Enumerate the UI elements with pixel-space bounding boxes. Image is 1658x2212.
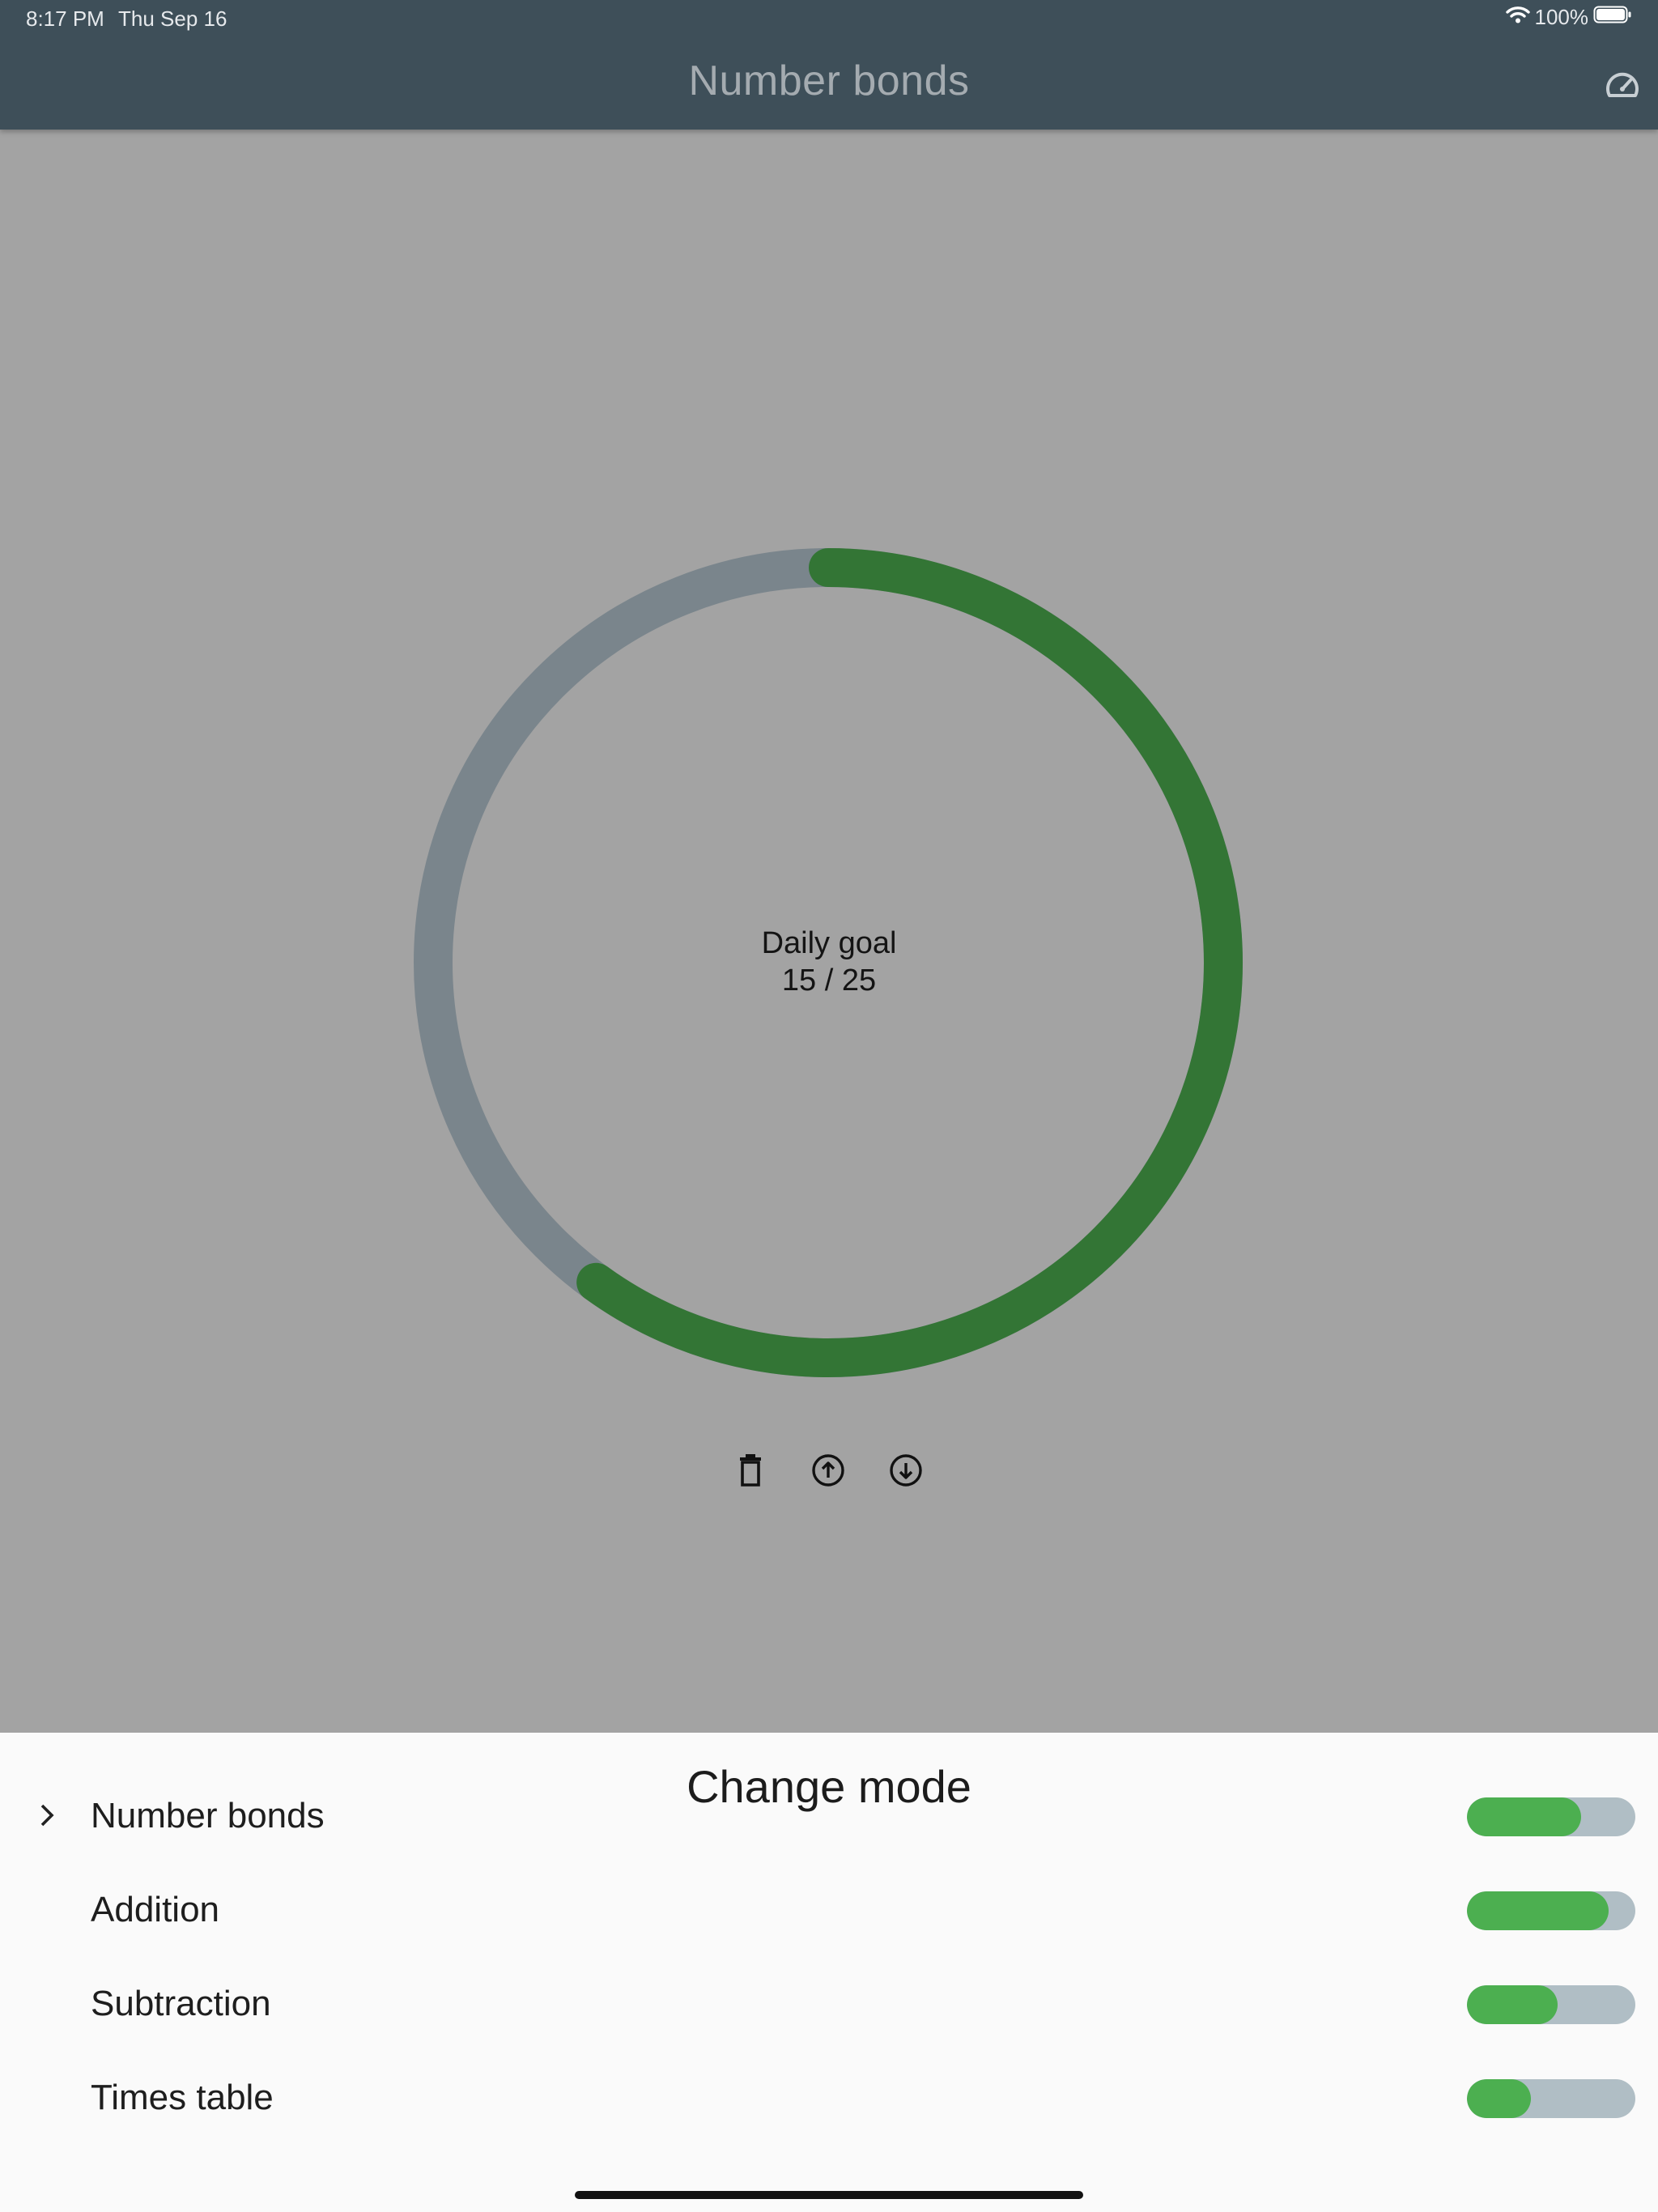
battery-icon [1593, 5, 1632, 30]
home-indicator [575, 2191, 1083, 2199]
change-mode-sheet: Change mode Number bonds Addition Subtra… [0, 1733, 1658, 2212]
upload-icon[interactable] [809, 1451, 848, 1490]
mode-row-addition[interactable]: Addition [0, 1864, 1658, 1958]
mode-row-number-bonds[interactable]: Number bonds [0, 1770, 1658, 1864]
status-time: 8:17 PM [26, 6, 104, 31]
mode-label: Times table [91, 2078, 274, 2117]
ring-progress-arc [576, 548, 1243, 1377]
daily-goal-ring [413, 547, 1244, 1378]
download-icon[interactable] [886, 1451, 925, 1490]
wifi-icon [1505, 5, 1530, 30]
mode-progress-bar [1467, 1985, 1635, 2024]
mode-progress-bar [1467, 2079, 1635, 2118]
delete-icon[interactable] [731, 1451, 770, 1490]
mode-progress-fill [1467, 1985, 1558, 2024]
speedometer-icon[interactable] [1605, 70, 1640, 102]
mode-label: Number bonds [91, 1796, 325, 1836]
mode-progress-fill [1467, 1797, 1582, 1836]
mode-progress-bar [1467, 1797, 1635, 1836]
mode-label: Subtraction [91, 1984, 271, 2023]
daily-goal-count: 15 / 25 [781, 963, 877, 998]
mode-progress-bar [1467, 1891, 1635, 1930]
mode-row-subtraction[interactable]: Subtraction [0, 1958, 1658, 2052]
mode-progress-fill [1467, 1891, 1609, 1930]
mode-progress-fill [1467, 2079, 1532, 2118]
mode-label: Addition [91, 1890, 220, 1929]
daily-goal-label: Daily goal [761, 926, 897, 960]
mode-row-times-table[interactable]: Times table [0, 2052, 1658, 2146]
battery-percent: 100% [1534, 5, 1589, 29]
status-bar: 8:17 PM Thu Sep 16 100% [0, 0, 1658, 39]
app-title: Number bonds [688, 57, 970, 104]
status-date: Thu Sep 16 [118, 6, 227, 31]
chevron-right-icon [36, 1799, 58, 1831]
